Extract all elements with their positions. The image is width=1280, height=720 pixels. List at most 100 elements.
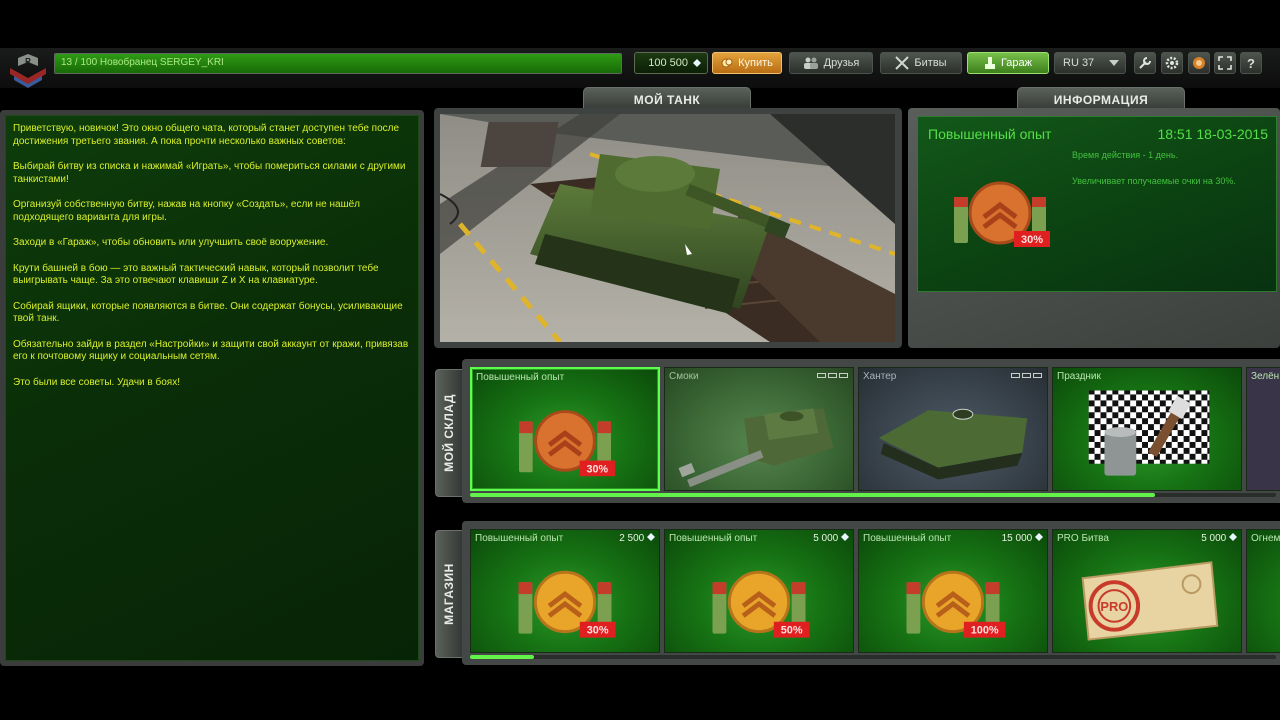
item-name: Повышенный опыт (476, 372, 565, 383)
shop-item-double-xp-30[interactable]: Повышенный опыт 2 500 30% (470, 529, 660, 653)
friends-button[interactable]: Друзья (789, 52, 873, 74)
item-name: Смоки (669, 371, 699, 382)
item-name: Повышенный опыт (669, 533, 758, 544)
info-content: Повышенный опыт 18:51 18-03-2015 Время д… (917, 116, 1277, 292)
chat-message: Крути башней в бою — это важный тактичес… (13, 262, 379, 287)
upgrade-level-indicator (1011, 373, 1042, 378)
smoky-turret-icon (678, 408, 834, 488)
hunter-hull-icon (878, 408, 1028, 480)
friends-label: Друзья (823, 57, 860, 69)
info-duration: Время действия - 1 день. (1072, 150, 1179, 160)
chat-message: Организуй собственную битву, нажав на кн… (13, 199, 361, 223)
rank-emblem-icon[interactable]: R (8, 52, 48, 92)
buy-crystals-button[interactable]: Купить (712, 52, 782, 74)
item-badge-text: 30% (587, 625, 609, 637)
crystal-icon (1035, 533, 1043, 541)
item-price: 2 500 (619, 533, 655, 544)
battles-button[interactable]: Битвы (880, 52, 962, 74)
item-badge-text: 100% (971, 625, 999, 637)
item-name: PRO Битва (1057, 533, 1109, 544)
server-select[interactable]: RU 37 (1054, 52, 1126, 74)
item-name: Огнем (1251, 533, 1280, 544)
item-price: 15 000 (1002, 533, 1043, 544)
holiday-paint-icon (1088, 390, 1210, 476)
info-badge-text: 30% (1021, 234, 1043, 246)
info-description: Увеличивает получаемые очки на 30%. (1072, 176, 1236, 186)
sound-icon (1193, 57, 1205, 69)
double-xp-icon: 30% (518, 570, 616, 638)
item-name: Праздник (1057, 371, 1101, 382)
settings-button[interactable] (1161, 52, 1183, 74)
battles-label: Битвы (914, 57, 947, 69)
warehouse-scrollbar[interactable] (470, 493, 1276, 497)
shop-item-pro-battle[interactable]: PRO Битва 5 000 PRO (1052, 529, 1242, 653)
shop-scroll-thumb[interactable] (470, 655, 535, 659)
shop-item-fire[interactable]: Огнем (1246, 529, 1280, 653)
warehouse-strip: Повышенный опыт 30% Смоки Хантер Праздни… (462, 359, 1280, 503)
crossed-swords-icon (895, 56, 910, 70)
help-button[interactable]: ? (1240, 52, 1262, 74)
tank-preview[interactable] (440, 114, 895, 342)
item-price: 5 000 (1201, 533, 1237, 544)
tab-my-tank-label: МОЙ ТАНК (633, 92, 701, 107)
chat-messages[interactable]: Приветствую, новичок! Это окно общего ча… (5, 115, 419, 661)
chevron-down-icon (1109, 60, 1119, 66)
settings-wrench-icon (1139, 57, 1151, 69)
item-badge-text: 50% (781, 625, 803, 637)
crystal-icon (841, 533, 849, 541)
server-label: RU 37 (1063, 57, 1095, 69)
double-xp-icon: 100% (906, 570, 1006, 638)
warehouse-item-hunter[interactable]: Хантер (858, 367, 1048, 491)
xp-progress-bar: 13 / 100 Новобранец SERGEY_KRI (54, 53, 622, 74)
item-name: Повышенный опыт (863, 533, 952, 544)
item-name: Повышенный опыт (475, 533, 564, 544)
sound-button[interactable] (1188, 52, 1210, 74)
pro-pass-ticket-icon: PRO (1081, 561, 1219, 641)
info-panel: Повышенный опыт 18:51 18-03-2015 Время д… (908, 108, 1280, 348)
crystal-icon (1229, 533, 1237, 541)
item-name: Зелён (1251, 371, 1280, 382)
chat-message: Приветствую, новичок! Это окно общего ча… (13, 123, 400, 147)
crystal-icon (693, 59, 701, 67)
shop-item-double-xp-50[interactable]: Повышенный опыт 5 000 50% (664, 529, 854, 653)
pro-stamp-text: PRO (1100, 599, 1128, 614)
shop-label: МАГАЗИН (435, 530, 463, 658)
chat-message: Выбирай битву из списка и нажимай «Играт… (13, 161, 406, 185)
warehouse-item-green[interactable]: Зелён (1246, 367, 1280, 491)
warehouse-item-holiday[interactable]: Праздник (1052, 367, 1242, 491)
crystal-icon (647, 533, 655, 541)
shop-strip: Повышенный опыт 2 500 30% Повышенный опы… (462, 521, 1280, 665)
buy-label: Купить (738, 57, 773, 69)
fullscreen-icon (1218, 56, 1232, 70)
chat-message: Это были все советы. Удачи в боях! (13, 376, 180, 388)
info-title: Повышенный опыт (928, 126, 1052, 142)
warehouse-item-smoky[interactable]: Смоки (664, 367, 854, 491)
fullscreen-button[interactable] (1214, 52, 1236, 74)
double-xp-icon: 30% (954, 181, 1050, 247)
shop-scrollbar[interactable] (470, 655, 1276, 659)
coins-icon (721, 58, 733, 68)
chat-message: Заходи в «Гараж», чтобы обновить или улу… (13, 237, 329, 248)
item-badge-text: 30% (587, 463, 609, 475)
garage-label: Гараж (1000, 57, 1033, 69)
warehouse-item-double-xp[interactable]: Повышенный опыт 30% (470, 367, 660, 491)
shop-item-double-xp-100[interactable]: Повышенный опыт 15 000 100% (858, 529, 1048, 653)
gear-icon (1165, 56, 1179, 70)
double-xp-icon: 30% (518, 410, 615, 477)
crystals-amount: 100 500 (648, 57, 688, 69)
friends-icon (803, 57, 818, 69)
garage-button[interactable]: Гараж (967, 52, 1049, 74)
chat-message: Обязательно зайди в раздел «Настройки» и… (13, 338, 409, 363)
tank-preview-panel (434, 108, 902, 348)
warehouse-scroll-thumb[interactable] (470, 493, 1156, 497)
warehouse-label: МОЙ СКЛАД (435, 369, 463, 497)
item-price: 5 000 (813, 533, 849, 544)
chat-message: Собирай ящики, которые появляются в битв… (13, 300, 403, 325)
xp-rank-text: 13 / 100 Новобранец SERGEY_KRI (61, 57, 224, 68)
garage-icon (984, 57, 995, 69)
tab-info-label: ИНФОРМАЦИЯ (1053, 92, 1149, 107)
help-icon: ? (1247, 55, 1255, 71)
chat-panel: Приветствую, новичок! Это окно общего ча… (0, 110, 424, 666)
settings-wrench-button[interactable] (1134, 52, 1156, 74)
upgrade-level-indicator (817, 373, 848, 378)
